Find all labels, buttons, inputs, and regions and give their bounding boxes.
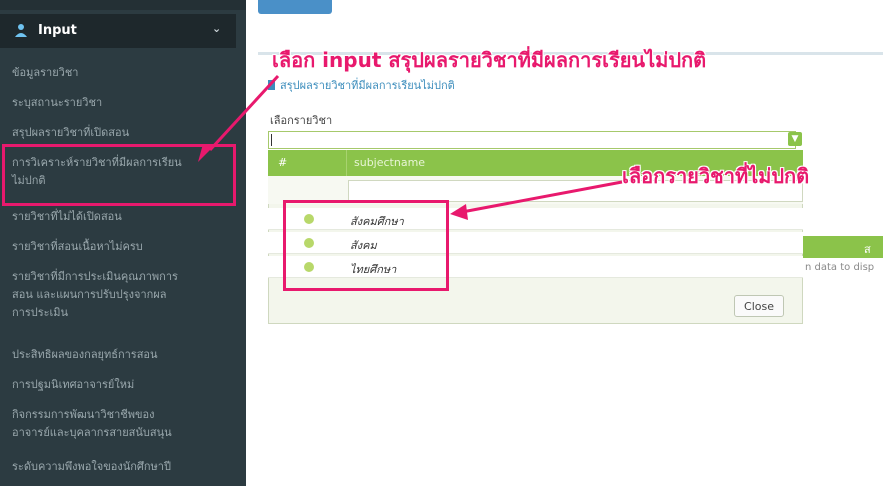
close-button[interactable]: Close [734, 295, 784, 317]
result-table-header: ส [800, 236, 883, 258]
sidebar: Input ⌄ ข้อมูลรายวิชา ระบุสถานะรายวิชา ส… [0, 0, 246, 486]
annotation-highlight-sidebar [2, 144, 236, 206]
sidebar-section-input[interactable]: Input ⌄ [0, 14, 236, 48]
user-upload-icon [15, 24, 27, 37]
course-select-input[interactable] [268, 131, 796, 149]
sidebar-item-unopened-courses[interactable]: รายวิชาที่ไม่ได้เปิดสอน [12, 208, 240, 226]
sidebar-item-teaching-evaluation-2[interactable]: สอน และแผนการปรับปรุงจากผล [12, 286, 240, 304]
panel-title: สรุปผลรายวิชาที่มีผลการเรียนไม่ปกติ [280, 79, 455, 92]
annotation-label-middle: เลือกรายวิชาที่ไม่ปกติ [622, 164, 810, 188]
sidebar-item-student-satisfaction[interactable]: ระดับความพึงพอใจของนักศึกษาปี [12, 458, 240, 476]
sidebar-item-teaching-strategy[interactable]: ประสิทธิผลของกลยุทธ์การสอน [12, 346, 240, 364]
sidebar-item-professional-development[interactable]: กิจกรรมการพัฒนาวิชาชีพของ [12, 406, 240, 424]
annotation-label-top: เลือก input สรุปผลรายวิชาที่มีผลการเรียน… [272, 48, 707, 72]
sidebar-item-open-courses-summary[interactable]: สรุปผลรายวิชาที่เปิดสอน [12, 124, 240, 142]
sidebar-item-course-status[interactable]: ระบุสถานะรายวิชา [12, 94, 240, 112]
annotation-highlight-rows [283, 200, 449, 291]
top-action-button[interactable] [258, 0, 332, 14]
select-course-label: เลือกรายวิชา [270, 114, 333, 127]
column-header-number: # [278, 156, 288, 169]
result-table-header-label: ส [864, 243, 871, 256]
sidebar-item-new-faculty-orientation[interactable]: การปฐมนิเทศอาจารย์ใหม่ [12, 376, 240, 394]
text-cursor [271, 134, 272, 146]
sidebar-item-teaching-evaluation-3[interactable]: การประเมิน [12, 304, 240, 322]
sidebar-top-strip [0, 0, 246, 10]
sidebar-item-professional-development-2[interactable]: อาจารย์และบุคลากรสายสนับสนุน [12, 424, 240, 442]
chevron-down-icon[interactable]: ▼ [788, 132, 802, 146]
edit-icon [268, 80, 275, 90]
column-divider [346, 150, 347, 176]
chevron-down-icon[interactable]: ⌄ [212, 22, 221, 35]
sidebar-section-label: Input [38, 23, 77, 38]
sidebar-item-teaching-evaluation[interactable]: รายวิชาที่มีการประเมินคุณภาพการ [12, 268, 240, 286]
column-header-subjectname[interactable]: subjectname [354, 156, 425, 169]
sidebar-item-course-info[interactable]: ข้อมูลรายวิชา [12, 64, 240, 82]
sidebar-item-incomplete-content[interactable]: รายวิชาที่สอนเนื้อหาไม่ครบ [12, 238, 240, 256]
result-table-empty-text: n data to disp [805, 262, 875, 273]
